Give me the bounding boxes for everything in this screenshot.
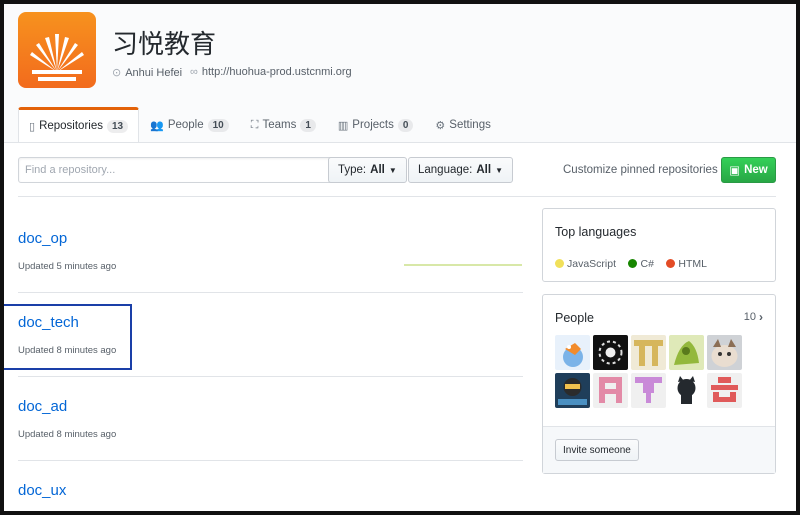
avatar[interactable] <box>707 335 742 370</box>
highlight-box <box>4 304 132 370</box>
repo-item: doc_ux <box>18 482 523 499</box>
org-logo-image <box>30 34 84 81</box>
customize-pinned-link[interactable]: Customize pinned repositories <box>563 164 718 176</box>
divider <box>18 460 523 461</box>
tab-repositories-label: Repositories <box>39 120 103 132</box>
repo-updated: Updated 5 minutes ago <box>18 261 117 272</box>
caret-down-icon: ▼ <box>495 165 503 175</box>
gear-icon: ⚙ <box>435 119 446 132</box>
tab-projects[interactable]: ▥ Projects 0 <box>327 107 425 142</box>
org-tabs: ▯ Repositories 13 👥 People 10 ⛶ Teams 1 … <box>18 107 502 143</box>
language-filter-dropdown[interactable]: Language: All ▼ <box>408 157 513 183</box>
people-count-link[interactable]: 10 › <box>744 310 763 324</box>
tab-people[interactable]: 👥 People 10 <box>139 107 240 142</box>
divider <box>18 376 523 377</box>
avatar-image <box>707 335 742 370</box>
repo-name-link[interactable]: doc_op <box>18 230 523 247</box>
language-item[interactable]: JavaScript <box>555 258 616 270</box>
language-name: HTML <box>678 257 707 270</box>
divider <box>18 292 523 293</box>
new-repo-button[interactable]: ▣ New <box>721 157 776 183</box>
language-item[interactable]: C# <box>628 257 654 270</box>
tab-people-label: People <box>167 119 204 131</box>
avatar-image <box>669 373 704 408</box>
org-website-text[interactable]: http://huohua-prod.ustcnmi.org <box>202 66 352 78</box>
language-name: C# <box>640 257 654 270</box>
avatar-image <box>593 335 628 370</box>
new-repo-label: New <box>744 164 768 176</box>
avatar-image <box>631 373 666 408</box>
org-website[interactable]: ∞ http://huohua-prod.ustcnmi.org <box>190 66 352 78</box>
tab-teams-count: 1 <box>300 118 316 132</box>
tab-repositories-count: 13 <box>106 119 129 133</box>
top-languages-box: Top languages JavaScript C# HTML <box>542 208 776 282</box>
avatar[interactable] <box>631 335 666 370</box>
repo-icon: ▯ <box>29 120 36 133</box>
repo-add-icon: ▣ <box>729 165 741 177</box>
tab-teams[interactable]: ⛶ Teams 1 <box>240 107 327 142</box>
repo-updated: Updated 8 minutes ago <box>18 429 117 440</box>
divider <box>18 196 776 197</box>
repo-activity-graph <box>404 264 522 266</box>
org-name: 习悦教育 <box>112 30 217 60</box>
tab-projects-label: Projects <box>352 119 394 131</box>
project-icon: ▥ <box>337 119 349 132</box>
location-pin-icon: ⊙ <box>112 67 122 79</box>
avatar-image <box>593 373 628 408</box>
avatar-image <box>707 373 742 408</box>
repo-name-link[interactable]: doc_ux <box>18 482 523 499</box>
top-languages-title: Top languages <box>555 225 637 239</box>
org-location-text: Anhui Hefei <box>125 66 183 79</box>
chevron-right-icon: › <box>759 310 763 324</box>
avatar-image <box>555 335 590 370</box>
avatar[interactable] <box>631 373 666 408</box>
avatar[interactable] <box>669 373 704 408</box>
org-logo <box>18 12 96 88</box>
language-name: JavaScript <box>567 257 617 270</box>
people-count: 10 <box>743 311 756 323</box>
repo-search-input[interactable] <box>18 157 334 183</box>
people-icon: 👥 <box>150 119 164 132</box>
tab-teams-label: Teams <box>262 119 297 131</box>
avatar[interactable] <box>555 335 590 370</box>
caret-down-icon: ▼ <box>388 165 397 175</box>
tab-people-count: 10 <box>207 118 229 132</box>
type-filter-dropdown[interactable]: Type: All ▼ <box>328 157 407 183</box>
avatar[interactable] <box>707 373 742 408</box>
people-avatars <box>555 335 742 408</box>
avatar-image <box>669 335 704 370</box>
language-color-dot <box>555 259 564 268</box>
language-filter-label: Language: <box>418 164 473 176</box>
page-frame: 习悦教育 ⊙ Anhui Hefei ∞ http://huohua-prod.… <box>0 0 800 515</box>
link-icon: ∞ <box>190 66 198 78</box>
avatar[interactable] <box>593 373 628 408</box>
repo-name-link[interactable]: doc_ad <box>18 398 523 415</box>
tab-projects-count: 0 <box>397 118 414 132</box>
invite-someone-button[interactable]: Invite someone <box>555 439 639 461</box>
language-color-dot <box>628 259 638 268</box>
people-box: People 10 › Invite someone <box>542 294 776 474</box>
avatar-image <box>631 335 666 370</box>
avatar[interactable] <box>593 335 628 370</box>
avatar[interactable] <box>669 335 704 370</box>
language-list: JavaScript C# HTML <box>555 255 715 273</box>
language-filter-value: All <box>476 164 492 176</box>
language-item[interactable]: HTML <box>666 258 707 270</box>
avatar-image <box>555 373 590 408</box>
people-title[interactable]: People <box>555 311 594 325</box>
repo-item: doc_ad Updated 8 minutes ago <box>18 398 523 440</box>
tab-settings-label: Settings <box>449 119 491 131</box>
language-color-dot <box>666 259 676 268</box>
org-location: ⊙ Anhui Hefei <box>112 66 183 80</box>
tab-repositories[interactable]: ▯ Repositories 13 <box>18 107 140 142</box>
avatar[interactable] <box>555 373 590 408</box>
tab-settings[interactable]: ⚙ Settings <box>424 107 501 142</box>
type-filter-value: All <box>370 164 385 176</box>
invite-area: Invite someone <box>543 426 775 473</box>
type-filter-label: Type: <box>338 164 367 176</box>
teams-icon: ⛶ <box>250 118 259 131</box>
